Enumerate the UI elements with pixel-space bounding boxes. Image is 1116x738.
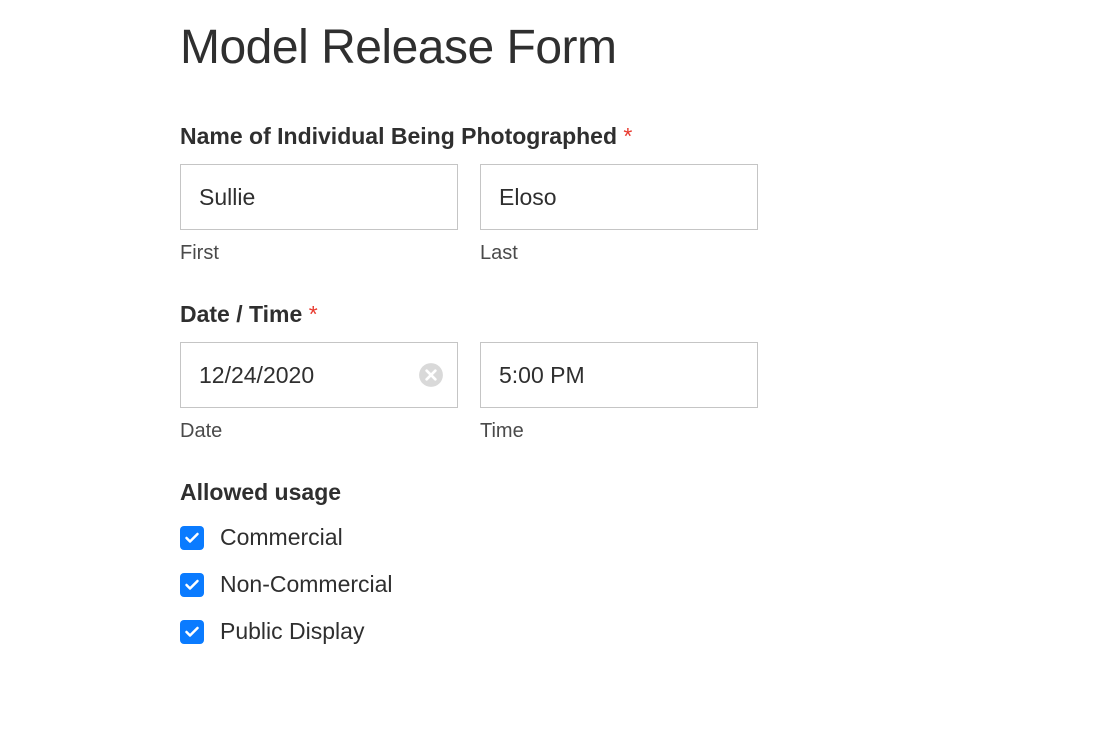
datetime-label-text: Date / Time	[180, 301, 302, 327]
clear-date-icon[interactable]	[418, 362, 444, 388]
checkbox-label: Non-Commercial	[220, 571, 393, 598]
datetime-row: Date Time	[180, 342, 936, 443]
checkbox-label: Public Display	[220, 618, 364, 645]
time-sublabel: Time	[480, 420, 758, 443]
usage-field-group: Allowed usage Commercial Non-Commercial	[180, 479, 936, 645]
date-input-wrapper	[180, 342, 458, 408]
date-col: Date	[180, 342, 458, 443]
last-name-sublabel: Last	[480, 242, 758, 265]
form-title: Model Release Form	[180, 20, 936, 75]
time-input[interactable]	[480, 342, 758, 408]
checkbox-non-commercial[interactable]: Non-Commercial	[180, 571, 936, 598]
time-col: Time	[480, 342, 758, 443]
checkbox-box[interactable]	[180, 620, 204, 644]
date-input[interactable]	[180, 342, 458, 408]
date-sublabel: Date	[180, 420, 458, 443]
form-container: Model Release Form Name of Individual Be…	[0, 0, 1116, 701]
first-name-sublabel: First	[180, 242, 458, 265]
checkbox-label: Commercial	[220, 524, 343, 551]
last-name-input[interactable]	[480, 164, 758, 230]
checkbox-public-display[interactable]: Public Display	[180, 618, 936, 645]
name-label-text: Name of Individual Being Photographed	[180, 123, 617, 149]
datetime-field-group: Date / Time * Date Time	[180, 301, 936, 443]
checkbox-box[interactable]	[180, 573, 204, 597]
name-row: First Last	[180, 164, 936, 265]
usage-label: Allowed usage	[180, 479, 936, 506]
first-name-col: First	[180, 164, 458, 265]
checkbox-commercial[interactable]: Commercial	[180, 524, 936, 551]
last-name-col: Last	[480, 164, 758, 265]
first-name-input[interactable]	[180, 164, 458, 230]
checkbox-box[interactable]	[180, 526, 204, 550]
required-indicator: *	[623, 123, 632, 149]
required-indicator: *	[309, 301, 318, 327]
name-label: Name of Individual Being Photographed *	[180, 123, 936, 150]
datetime-label: Date / Time *	[180, 301, 936, 328]
usage-checkbox-list: Commercial Non-Commercial Public Display	[180, 524, 936, 645]
name-field-group: Name of Individual Being Photographed * …	[180, 123, 936, 265]
